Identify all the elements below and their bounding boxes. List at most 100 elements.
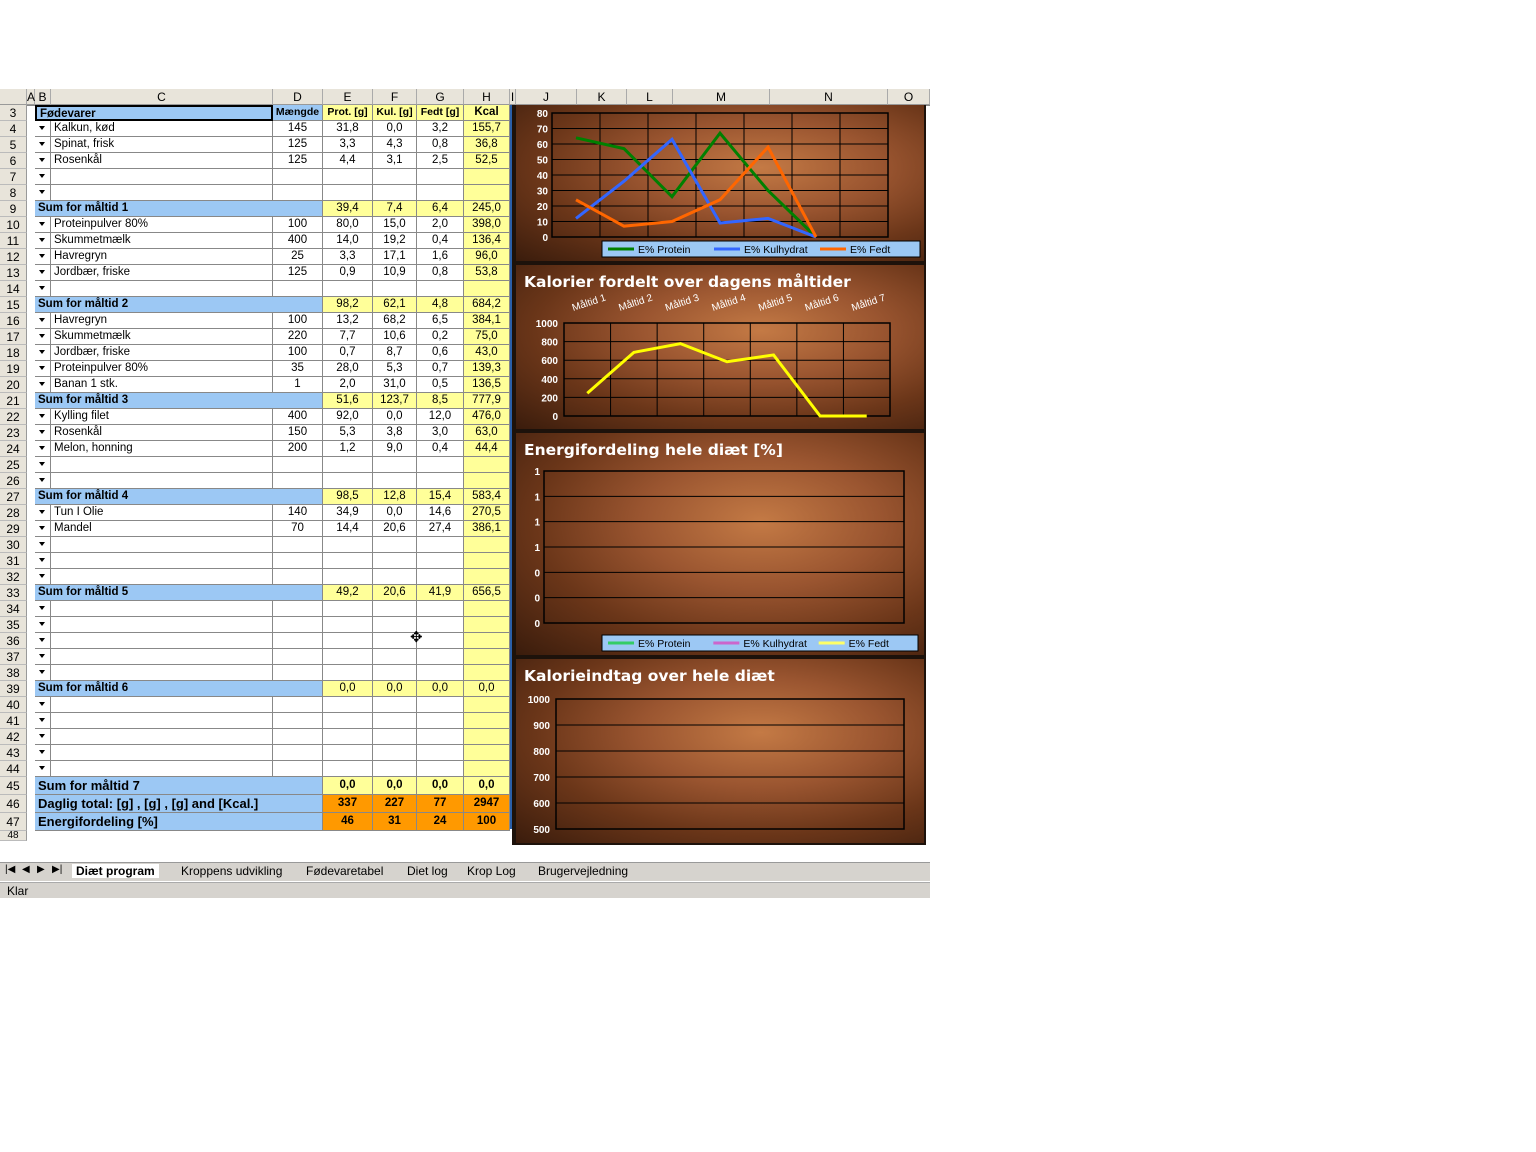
kul-cell[interactable] <box>373 649 417 665</box>
row-header[interactable]: 30 <box>0 537 27 553</box>
fedt-cell[interactable]: 6,5 <box>417 313 464 329</box>
fedt-cell[interactable]: 0,7 <box>417 361 464 377</box>
prot-cell[interactable]: 7,7 <box>323 329 373 345</box>
kcal-cell[interactable]: 136,4 <box>464 233 510 249</box>
fedt-cell[interactable]: 0,2 <box>417 329 464 345</box>
fedt-cell[interactable] <box>417 537 464 553</box>
kcal-cell[interactable]: 386,1 <box>464 521 510 537</box>
row-header[interactable]: 23 <box>0 425 27 441</box>
food-name-cell[interactable]: Proteinpulver 80% <box>51 217 273 233</box>
prot-cell[interactable]: 14,4 <box>323 521 373 537</box>
kcal-cell[interactable] <box>464 473 510 489</box>
dropdown-cell[interactable] <box>35 153 51 169</box>
fedt-cell[interactable] <box>417 617 464 633</box>
prot-cell[interactable]: 0,7 <box>323 345 373 361</box>
row-header[interactable]: 32 <box>0 569 27 585</box>
dropdown-cell[interactable] <box>35 265 51 281</box>
row-header[interactable]: 4 <box>0 121 27 137</box>
energy-kul[interactable]: 31 <box>373 813 417 831</box>
row-header[interactable]: 42 <box>0 729 27 745</box>
sum-kcal-cell[interactable]: 245,0 <box>464 201 510 217</box>
amount-cell[interactable] <box>273 665 323 681</box>
amount-cell[interactable] <box>273 729 323 745</box>
kcal-cell[interactable] <box>464 185 510 201</box>
row-header[interactable]: 11 <box>0 233 27 249</box>
row-header[interactable]: 45 <box>0 777 27 795</box>
dropdown-arrow-icon[interactable] <box>36 361 49 375</box>
dropdown-cell[interactable] <box>35 761 51 777</box>
row-header[interactable]: 8 <box>0 185 27 201</box>
sum-prot-cell[interactable]: 0,0 <box>323 681 373 697</box>
dropdown-arrow-icon[interactable] <box>36 185 49 199</box>
kcal-cell[interactable]: 36,8 <box>464 137 510 153</box>
kul-cell[interactable]: 10,9 <box>373 265 417 281</box>
row-header[interactable]: 12 <box>0 249 27 265</box>
row-header[interactable]: 27 <box>0 489 27 505</box>
amount-cell[interactable] <box>273 713 323 729</box>
dropdown-cell[interactable] <box>35 649 51 665</box>
dropdown-arrow-icon[interactable] <box>36 425 49 439</box>
dropdown-arrow-icon[interactable] <box>36 377 49 391</box>
prot-cell[interactable] <box>323 617 373 633</box>
header-amount[interactable]: Mængde <box>273 105 323 121</box>
column-header-l[interactable]: L <box>627 89 673 105</box>
amount-cell[interactable]: 1 <box>273 377 323 393</box>
amount-cell[interactable]: 200 <box>273 441 323 457</box>
prot-cell[interactable]: 34,9 <box>323 505 373 521</box>
row-header[interactable]: 48 <box>0 831 27 841</box>
prot-cell[interactable] <box>323 473 373 489</box>
column-header-e[interactable]: E <box>323 89 373 105</box>
food-name-cell[interactable] <box>51 729 273 745</box>
kcal-cell[interactable]: 384,1 <box>464 313 510 329</box>
food-name-cell[interactable]: Proteinpulver 80% <box>51 361 273 377</box>
kul-cell[interactable]: 3,1 <box>373 153 417 169</box>
dropdown-cell[interactable] <box>35 601 51 617</box>
column-header-j[interactable]: J <box>516 89 577 105</box>
dropdown-arrow-icon[interactable] <box>36 761 49 775</box>
fedt-cell[interactable]: 14,6 <box>417 505 464 521</box>
dropdown-cell[interactable] <box>35 329 51 345</box>
dropdown-cell[interactable] <box>35 313 51 329</box>
kul-cell[interactable] <box>373 665 417 681</box>
sum-prot-cell[interactable]: 51,6 <box>323 393 373 409</box>
sum7-fedt[interactable]: 0,0 <box>417 777 464 795</box>
sheet-tab-6[interactable]: Brugervejledning <box>538 864 628 878</box>
amount-cell[interactable]: 100 <box>273 313 323 329</box>
row-header[interactable]: 38 <box>0 665 27 681</box>
dropdown-cell[interactable] <box>35 169 51 185</box>
kul-cell[interactable]: 31,0 <box>373 377 417 393</box>
sum-fedt-cell[interactable]: 8,5 <box>417 393 464 409</box>
kul-cell[interactable]: 4,3 <box>373 137 417 153</box>
prot-cell[interactable]: 80,0 <box>323 217 373 233</box>
amount-cell[interactable]: 145 <box>273 121 323 137</box>
kul-cell[interactable]: 3,8 <box>373 425 417 441</box>
fedt-cell[interactable] <box>417 281 464 297</box>
row-header[interactable]: 40 <box>0 697 27 713</box>
fedt-cell[interactable] <box>417 457 464 473</box>
prot-cell[interactable]: 4,4 <box>323 153 373 169</box>
kul-cell[interactable]: 68,2 <box>373 313 417 329</box>
food-name-cell[interactable]: Rosenkål <box>51 425 273 441</box>
column-header-n[interactable]: N <box>770 89 888 105</box>
next-sheet-icon[interactable]: ▶ <box>37 864 45 875</box>
column-header-a[interactable]: A <box>27 89 35 105</box>
prot-cell[interactable] <box>323 633 373 649</box>
food-name-cell[interactable]: Havregryn <box>51 249 273 265</box>
column-header-d[interactable]: D <box>273 89 323 105</box>
kcal-cell[interactable]: 476,0 <box>464 409 510 425</box>
kul-cell[interactable]: 15,0 <box>373 217 417 233</box>
dropdown-arrow-icon[interactable] <box>36 153 49 167</box>
dropdown-arrow-icon[interactable] <box>36 217 49 231</box>
food-name-cell[interactable] <box>51 281 273 297</box>
kcal-cell[interactable] <box>464 665 510 681</box>
column-header-g[interactable]: G <box>417 89 464 105</box>
dropdown-cell[interactable] <box>35 521 51 537</box>
energy-fedt[interactable]: 24 <box>417 813 464 831</box>
diet-kcal-chart[interactable]: Kalorieindtag over hele diæt 500 600 700 80… <box>516 659 924 843</box>
kcal-cell[interactable] <box>464 761 510 777</box>
prot-cell[interactable] <box>323 169 373 185</box>
amount-cell[interactable] <box>273 537 323 553</box>
amount-cell[interactable] <box>273 649 323 665</box>
fedt-cell[interactable]: 0,4 <box>417 233 464 249</box>
kcal-cell[interactable] <box>464 553 510 569</box>
